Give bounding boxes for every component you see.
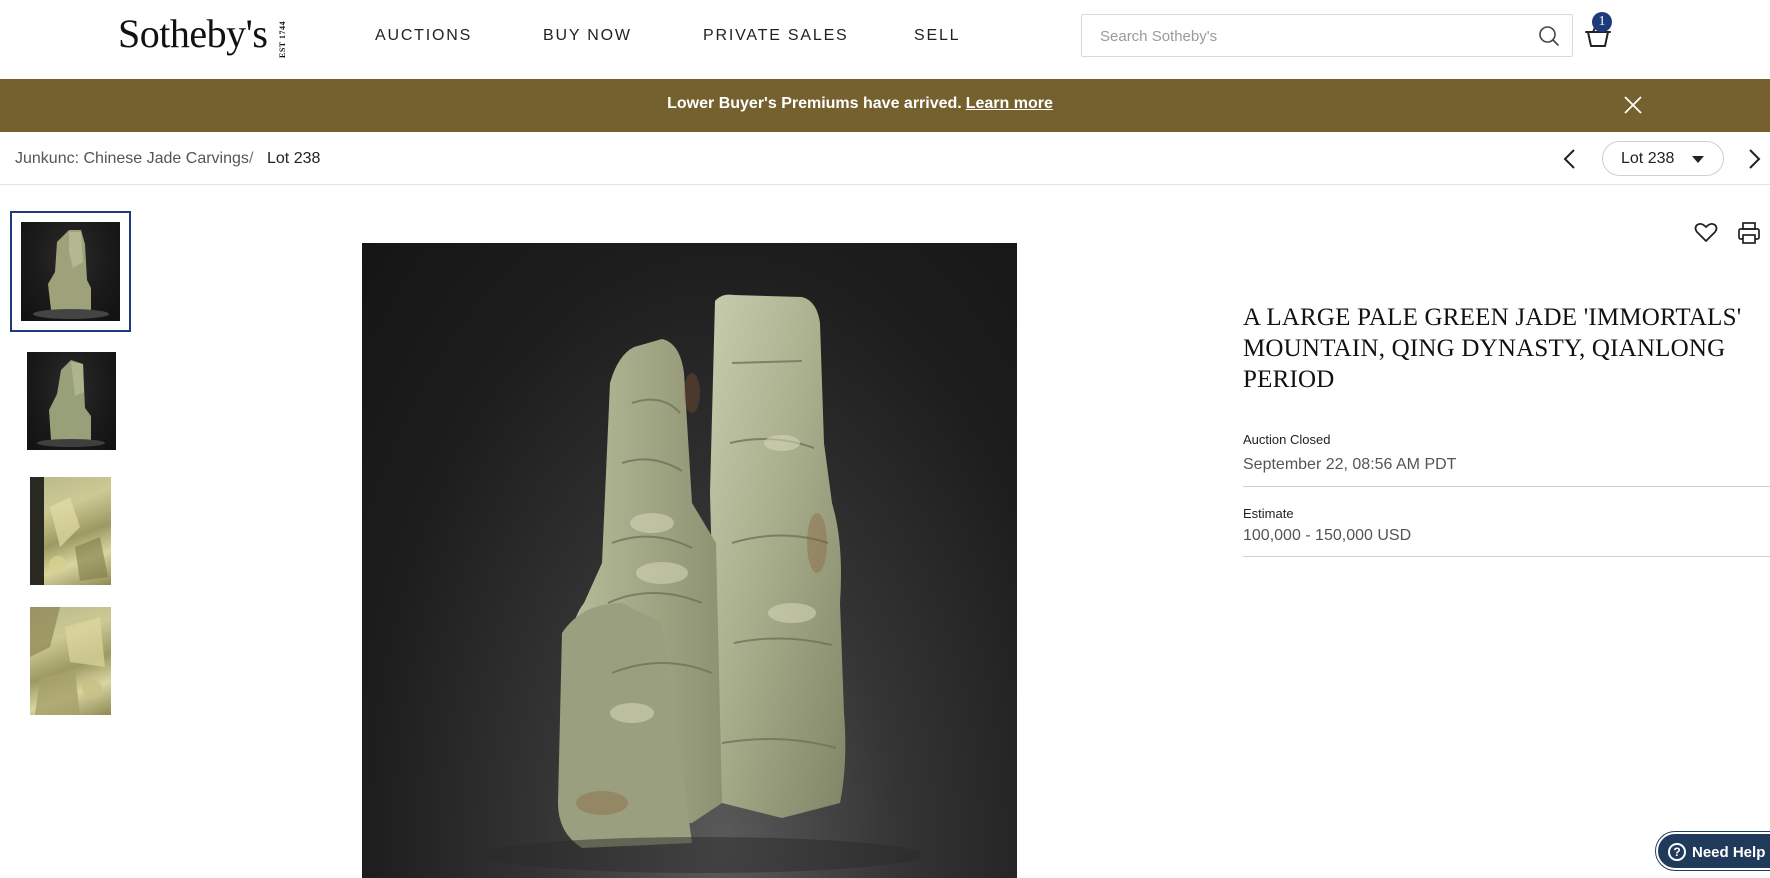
nav-private-sales[interactable]: PRIVATE SALES xyxy=(703,27,849,45)
nav-auctions[interactable]: AUCTIONS xyxy=(375,27,472,45)
lot-title-line: PERIOD xyxy=(1243,366,1335,393)
thumbnail-image xyxy=(27,352,116,450)
nav-sell[interactable]: SELL xyxy=(914,27,960,45)
need-help-button[interactable]: ? Need Help xyxy=(1656,832,1770,870)
thumbnail-3[interactable] xyxy=(30,477,111,585)
thumbnail-image xyxy=(30,607,111,715)
main-lot-image[interactable] xyxy=(362,243,1017,878)
sothebys-logo[interactable]: Sotheby's xyxy=(118,10,268,57)
lot-selector[interactable]: Lot 238 xyxy=(1602,141,1724,176)
thumbnail-image xyxy=(21,222,120,321)
thumbnail-2[interactable] xyxy=(27,352,116,450)
learn-more-link[interactable]: Learn more xyxy=(966,95,1053,112)
breadcrumb: Junkunc: Chinese Jade Carvings / Lot 238… xyxy=(0,132,1770,185)
heart-icon[interactable] xyxy=(1694,221,1718,243)
banner-message: Lower Buyer's Premiums have arrived. Lear… xyxy=(0,95,1720,113)
chevron-right-icon[interactable] xyxy=(1746,148,1762,170)
auction-status-label: Auction Closed xyxy=(1243,432,1331,447)
need-help-label: Need Help xyxy=(1692,844,1766,861)
lot-title: A LARGE PALE GREEN JADE 'IMMORTALS' MOUN… xyxy=(1243,302,1770,395)
search-input[interactable] xyxy=(1100,25,1520,47)
breadcrumb-auction-link[interactable]: Junkunc: Chinese Jade Carvings xyxy=(15,150,249,168)
jade-detail-image xyxy=(30,607,105,715)
breadcrumb-current-lot: Lot 238 xyxy=(267,150,321,167)
caret-down-icon xyxy=(1692,156,1704,163)
banner-text: Lower Buyer's Premiums have arrived. xyxy=(667,95,962,112)
divider xyxy=(1243,556,1770,557)
auction-closed-date: September 22, 08:56 AM PDT xyxy=(1243,456,1457,473)
estimate-label: Estimate xyxy=(1243,506,1294,521)
estimate-value: 100,000 - 150,000 USD xyxy=(1243,527,1412,544)
lot-selector-value: Lot 238 xyxy=(1621,150,1675,167)
thumbnail-image xyxy=(30,477,111,585)
jade-mountain-image xyxy=(33,230,109,319)
jade-detail-image xyxy=(30,477,108,585)
lot-title-line: A LARGE PALE GREEN JADE 'IMMORTALS' xyxy=(1243,304,1742,331)
nav-buy-now[interactable]: BUY NOW xyxy=(543,27,632,45)
jade-mountain-image xyxy=(37,360,105,447)
logo-est-mark: EST 1744 xyxy=(278,21,287,58)
search-icon[interactable] xyxy=(1538,25,1560,47)
jade-mountain-image xyxy=(482,294,922,873)
lot-title-line: MOUNTAIN, QING DYNASTY, QIANLONG xyxy=(1243,335,1726,362)
divider xyxy=(1243,486,1770,487)
promo-banner: Lower Buyer's Premiums have arrived. Lear… xyxy=(0,79,1770,132)
chevron-left-icon[interactable] xyxy=(1562,148,1578,170)
printer-icon[interactable] xyxy=(1737,221,1761,245)
close-icon[interactable] xyxy=(1623,95,1643,115)
site-header: Sotheby's EST 1744 AUCTIONS BUY NOW PRIV… xyxy=(0,0,1770,79)
breadcrumb-separator: / xyxy=(249,150,254,167)
question-circle-icon: ? xyxy=(1668,843,1686,861)
cart-count-badge: 1 xyxy=(1592,12,1612,32)
thumbnail-4[interactable] xyxy=(30,607,111,715)
thumbnail-1[interactable] xyxy=(10,211,131,332)
search-box xyxy=(1081,14,1573,57)
